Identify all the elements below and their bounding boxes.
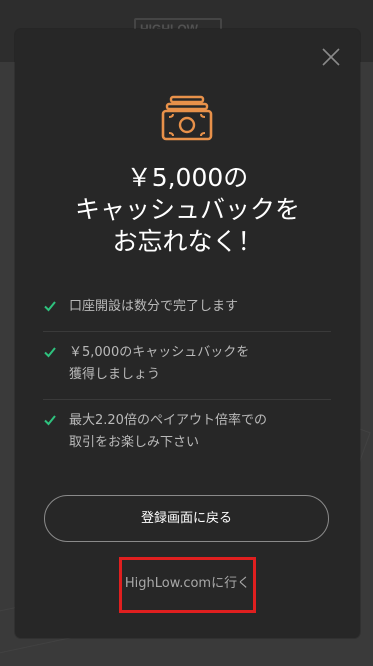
headline-line-2: キャッシュバックを	[74, 195, 300, 224]
feature-text: ￥5,000のキャッシュバックを	[69, 345, 250, 360]
headline-line-1: ￥5,000の	[126, 163, 249, 192]
headline: ￥5,000の キャッシュバックを お忘れなく！	[15, 162, 360, 258]
cash-icon	[161, 95, 213, 141]
cashback-modal: ￥5,000の キャッシュバックを お忘れなく！ 口座開設は数分で完了します ￥…	[15, 29, 360, 638]
back-to-register-button[interactable]: 登録画面に戻る	[44, 495, 329, 542]
feature-text: 最大2.20倍のペイアウト倍率での	[69, 413, 267, 428]
check-icon	[44, 347, 56, 358]
close-icon	[322, 48, 340, 66]
feature-item: 最大2.20倍のペイアウト倍率での 取引をお楽しみ下さい	[43, 400, 331, 467]
check-icon	[44, 301, 56, 312]
feature-item: 口座開設は数分で完了します	[43, 286, 331, 332]
feature-text: 取引をお楽しみ下さい	[69, 435, 200, 450]
feature-list: 口座開設は数分で完了します ￥5,000のキャッシュバックを 獲得しましょう 最…	[43, 286, 331, 467]
check-icon	[44, 415, 56, 426]
feature-text: 口座開設は数分で完了します	[69, 299, 239, 314]
headline-line-3: お忘れなく！	[112, 227, 263, 256]
close-button[interactable]	[319, 45, 343, 69]
feature-text: 獲得しましょう	[69, 367, 161, 382]
feature-item: ￥5,000のキャッシュバックを 獲得しましょう	[43, 332, 331, 400]
goto-highlow-link[interactable]: HighLow.comに行く	[15, 573, 360, 595]
